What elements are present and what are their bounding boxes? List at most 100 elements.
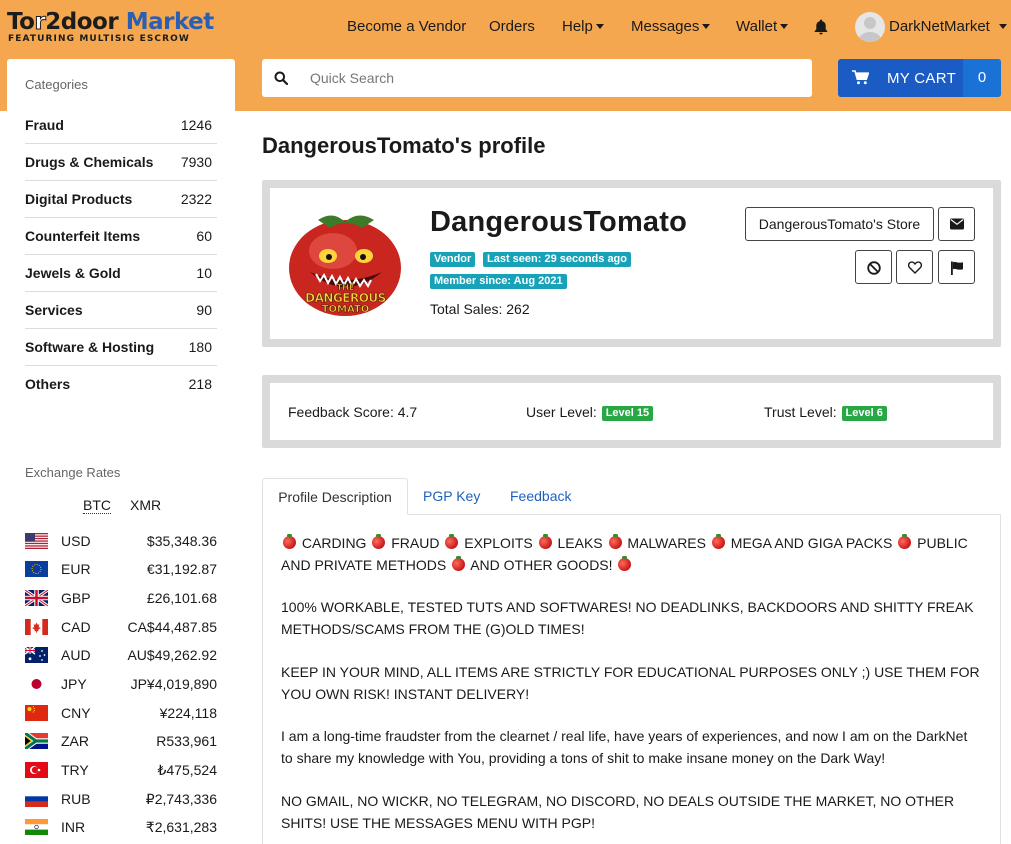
- category-count: 7930: [180, 154, 212, 170]
- tomato-icon: [898, 534, 912, 549]
- avatar[interactable]: [855, 12, 885, 42]
- search-input[interactable]: [310, 59, 805, 97]
- nav-username: DarkNetMarket: [889, 18, 990, 35]
- currency-value: AU$49,262.92: [127, 647, 217, 663]
- desc-item: MALWARES: [627, 535, 706, 551]
- tab-profile-description[interactable]: Profile Description: [262, 478, 408, 515]
- tab-btc[interactable]: BTC: [83, 497, 111, 514]
- category-item[interactable]: Software & Hosting 180: [25, 329, 217, 366]
- description-paragraph: NO GMAIL, NO WICKR, NO TELEGRAM, NO DISC…: [281, 793, 955, 831]
- eu-flag-icon: [25, 561, 48, 577]
- currency-code: CNY: [61, 705, 91, 721]
- category-name: Fraud: [25, 117, 64, 133]
- nav-wallet[interactable]: Wallet: [736, 18, 789, 36]
- search-icon[interactable]: [274, 71, 288, 85]
- avatar-text-tomato: TOMATO: [321, 304, 370, 316]
- message-button[interactable]: [938, 207, 975, 241]
- favorite-button[interactable]: [896, 250, 933, 284]
- nav-messages-label: Messages: [631, 18, 700, 35]
- category-count: 1246: [180, 117, 212, 133]
- flag-icon: [951, 261, 963, 275]
- category-item[interactable]: Jewels & Gold 10: [25, 255, 217, 292]
- currency-value: $35,348.36: [146, 533, 217, 549]
- rate-row: TRY ₺475,524: [25, 759, 217, 781]
- trust-level-label: Trust Level:: [764, 404, 837, 420]
- user-level: User Level: Level 15: [526, 404, 654, 421]
- nav-help-label: Help: [562, 18, 593, 35]
- category-item[interactable]: Digital Products 2322: [25, 181, 217, 218]
- user-level-label: User Level:: [526, 404, 597, 420]
- logo-part-to: To: [7, 9, 35, 35]
- rate-row: ZAR R533,961: [25, 730, 217, 752]
- ru-flag-icon: [25, 791, 48, 807]
- market-logo[interactable]: Tor2door Market FEATURING MULTISIG ESCRO…: [7, 9, 214, 45]
- cart-icon: [852, 70, 869, 85]
- category-name: Counterfeit Items: [25, 228, 141, 244]
- nav-help[interactable]: Help: [562, 18, 604, 36]
- category-name: Others: [25, 376, 71, 392]
- ban-icon: [867, 261, 881, 275]
- uk-flag-icon: [25, 590, 48, 606]
- currency-value: CA$44,487.85: [127, 619, 217, 635]
- trust-level-badge: Level 6: [841, 406, 887, 421]
- nav-user-menu[interactable]: DarkNetMarket: [889, 18, 1007, 36]
- currency-code: CAD: [61, 619, 91, 635]
- last-seen-badge: Last seen: 29 seconds ago: [483, 252, 631, 267]
- tab-xmr[interactable]: XMR: [130, 497, 161, 513]
- desc-item: EXPLOITS: [464, 535, 533, 551]
- category-name: Services: [25, 302, 83, 318]
- au-flag-icon: [25, 647, 48, 663]
- category-item[interactable]: Fraud 1246: [25, 107, 217, 144]
- exchange-rates-title: Exchange Rates: [25, 465, 121, 480]
- currency-value: ¥224,118: [159, 705, 217, 721]
- currency-code: ZAR: [61, 733, 89, 749]
- tab-feedback[interactable]: Feedback: [510, 478, 571, 515]
- bell-icon[interactable]: [814, 19, 828, 35]
- nav-orders[interactable]: Orders: [489, 18, 535, 36]
- logo-tagline: FEATURING MULTISIG ESCROW: [8, 34, 190, 44]
- description-paragraph: I am a long-time fraudster from the clea…: [281, 728, 968, 766]
- logo-part-market: Market: [118, 9, 215, 35]
- category-item[interactable]: Drugs & Chemicals 7930: [25, 144, 217, 181]
- categories-card: Categories Fraud 1246 Drugs & Chemicals 79…: [7, 59, 235, 417]
- category-item[interactable]: Counterfeit Items 60: [25, 218, 217, 255]
- description-paragraph: CARDING FRAUD EXPLOITS LEAKS MALWARES ME…: [281, 533, 981, 576]
- category-item[interactable]: Services 90: [25, 292, 217, 329]
- currency-value: ₺475,524: [157, 762, 217, 778]
- rate-row: GBP £26,101.68: [25, 587, 217, 609]
- category-count: 60: [196, 228, 212, 244]
- currency-code: USD: [61, 533, 91, 549]
- currency-value: R533,961: [156, 733, 217, 749]
- tomato-icon: [372, 534, 386, 549]
- chevron-down-icon: [595, 23, 604, 29]
- report-button[interactable]: [938, 250, 975, 284]
- category-item[interactable]: Others 218: [25, 366, 217, 403]
- tab-pgp-key[interactable]: PGP Key: [423, 478, 480, 515]
- nav-become-vendor[interactable]: Become a Vendor: [347, 18, 466, 36]
- trust-level: Trust Level: Level 6: [764, 404, 887, 421]
- block-button[interactable]: [855, 250, 892, 284]
- chevron-down-icon: [780, 23, 789, 29]
- currency-value: €31,192.87: [146, 561, 217, 577]
- tr-flag-icon: [25, 762, 48, 778]
- in-flag-icon: [25, 819, 48, 835]
- heart-icon: [908, 261, 922, 274]
- logo-part-door: 2door: [45, 9, 119, 35]
- rate-row: AUD AU$49,262.92: [25, 644, 217, 666]
- total-sales: Total Sales: 262: [430, 301, 530, 317]
- category-name: Software & Hosting: [25, 339, 155, 355]
- desc-item: LEAKS: [557, 535, 603, 551]
- category-count: 90: [196, 302, 212, 318]
- cart-button[interactable]: MY CART 0: [838, 59, 1001, 97]
- rate-row: EUR €31,192.87: [25, 558, 217, 580]
- vendor-store-button[interactable]: DangerousTomato's Store: [745, 207, 934, 241]
- currency-code: INR: [61, 819, 86, 835]
- currency-code: AUD: [61, 647, 91, 663]
- currency-value: ₽2,743,336: [145, 791, 217, 807]
- nav-messages[interactable]: Messages: [631, 18, 711, 36]
- currency-code: JPY: [61, 676, 87, 692]
- cn-flag-icon: [25, 705, 48, 721]
- page-title: DangerousTomato's profile: [262, 133, 546, 158]
- user-icon: [858, 17, 882, 42]
- rate-row: CNY ¥224,118: [25, 702, 217, 724]
